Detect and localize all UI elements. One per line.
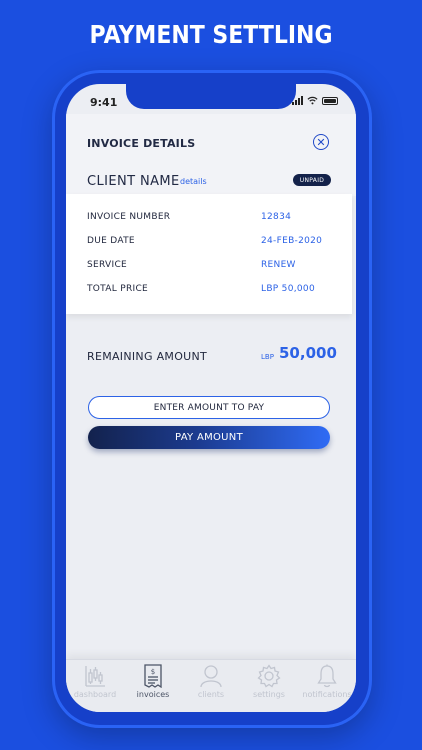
details-link[interactable]: details: [180, 177, 207, 186]
total-price-label: TOTAL PRICE: [87, 284, 149, 294]
invoice-number-value: 12834: [261, 212, 292, 222]
amount-input[interactable]: [88, 396, 330, 419]
service-value: RENEW: [261, 260, 296, 270]
tab-notifications-label: notifications: [302, 690, 352, 699]
tab-settings-label: settings: [253, 690, 285, 699]
invoice-icon: $: [144, 664, 162, 688]
page-headline: PAYMENT SETTLING: [89, 20, 333, 49]
phone-screen: 9:41 INVOICE DETAILS ✕ CLIENT NAME detai…: [66, 84, 356, 712]
due-date-label: DUE DATE: [87, 236, 135, 246]
tab-notifications[interactable]: notifications: [298, 664, 356, 699]
invoice-number-label: INVOICE NUMBER: [87, 212, 171, 222]
due-date-value: 24-FEB-2020: [261, 236, 323, 246]
signal-icon: [292, 96, 303, 105]
total-price-value: LBP 50,000: [261, 284, 315, 294]
svg-text:$: $: [151, 668, 155, 676]
service-label: SERVICE: [87, 260, 128, 270]
dashboard-chart-icon: [85, 666, 105, 687]
close-button[interactable]: ✕: [313, 134, 329, 150]
tab-clients[interactable]: clients: [182, 664, 240, 699]
close-icon: ✕: [316, 135, 326, 149]
remaining-currency: LBP: [261, 353, 274, 361]
user-icon: [200, 665, 222, 688]
client-name: CLIENT NAME: [87, 174, 180, 189]
tab-clients-label: clients: [197, 690, 225, 699]
tab-settings[interactable]: settings: [240, 664, 298, 699]
tab-dashboard[interactable]: dashboard: [66, 664, 124, 699]
status-badge: UNPAID: [293, 174, 331, 186]
invoice-details-title: INVOICE DETAILS: [87, 137, 196, 150]
wifi-icon: [307, 96, 318, 105]
tab-bar: dashboard $ invoices clients settings no…: [66, 659, 356, 712]
phone-notch: [126, 84, 296, 109]
tab-invoices-label: invoices: [136, 690, 170, 699]
bell-icon: [317, 664, 337, 688]
status-icons: [292, 96, 338, 105]
remaining-amount-value: 50,000: [279, 344, 337, 362]
battery-icon: [322, 96, 338, 105]
gear-icon: [257, 664, 281, 688]
tab-dashboard-label: dashboard: [73, 690, 117, 699]
tab-invoices[interactable]: $ invoices: [124, 664, 182, 699]
status-time: 9:41: [90, 96, 118, 109]
remaining-amount-label: REMAINING AMOUNT: [87, 350, 208, 363]
pay-amount-button[interactable]: PAY AMOUNT: [88, 426, 330, 449]
